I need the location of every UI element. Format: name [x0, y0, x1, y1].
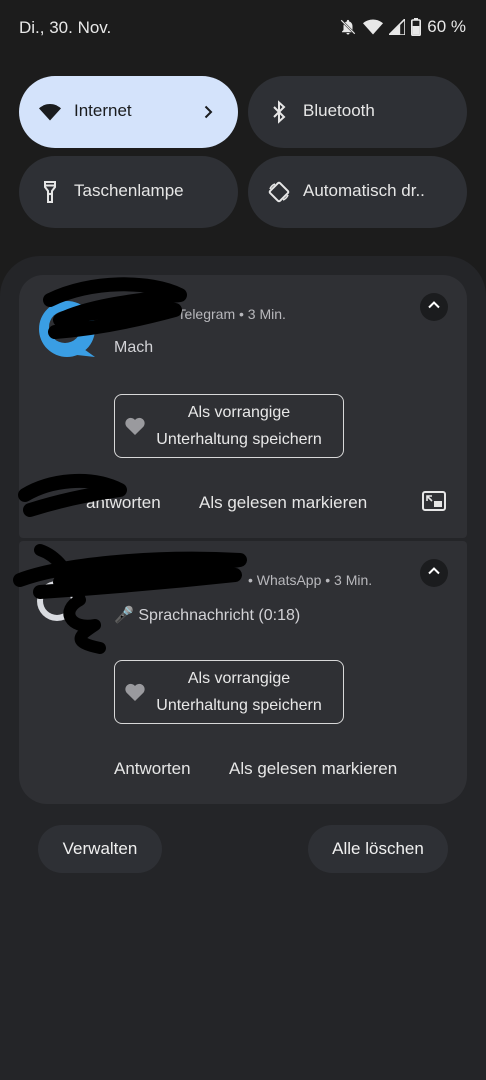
- cell-signal-icon: [389, 19, 406, 35]
- tile-flashlight-label: Taschenlampe: [74, 181, 184, 200]
- chevron-up-icon: [426, 563, 442, 584]
- mark-read-button[interactable]: Als gelesen markieren: [229, 759, 397, 779]
- status-bar: Di., 30. Nov. 60 %: [0, 0, 486, 56]
- battery-icon: [411, 18, 422, 36]
- status-date: Di., 30. Nov.: [19, 18, 112, 37]
- collapse-button[interactable]: [420, 559, 448, 587]
- manage-button[interactable]: Verwalten: [38, 825, 162, 873]
- reply-button[interactable]: Antworten: [114, 759, 191, 779]
- wifi-icon: [363, 19, 384, 35]
- redaction-scribble: [13, 277, 247, 654]
- tile-bluetooth[interactable]: Bluetooth: [248, 76, 467, 148]
- tile-flashlight[interactable]: Taschenlampe: [19, 156, 238, 228]
- flashlight-icon: [38, 180, 62, 204]
- notification-meta: • WhatsApp • 3 Min.: [248, 572, 373, 588]
- chevron-right-icon: [196, 100, 220, 129]
- tile-auto-rotate-label: Automatisch dr..: [303, 181, 425, 200]
- priority-line-1: Als vorrangige: [187, 670, 291, 687]
- auto-rotate-icon: [267, 180, 291, 204]
- tile-internet-label: Internet: [74, 101, 132, 120]
- priority-line-2: Unterhaltung speichern: [156, 697, 322, 714]
- chevron-up-icon: [426, 297, 442, 318]
- collapse-button[interactable]: [420, 293, 448, 321]
- bluetooth-icon: [267, 100, 291, 124]
- status-icons: 60 %: [339, 17, 466, 37]
- tile-auto-rotate[interactable]: Automatisch dr..: [248, 156, 467, 228]
- tile-internet[interactable]: Internet: [19, 76, 238, 148]
- tile-bluetooth-label: Bluetooth: [303, 101, 375, 120]
- picture-in-picture-icon[interactable]: [421, 489, 447, 518]
- wifi-icon: [38, 100, 62, 124]
- clear-all-button[interactable]: Alle löschen: [308, 825, 448, 873]
- bell-off-icon: [339, 18, 357, 36]
- battery-percent: 60 %: [427, 17, 466, 36]
